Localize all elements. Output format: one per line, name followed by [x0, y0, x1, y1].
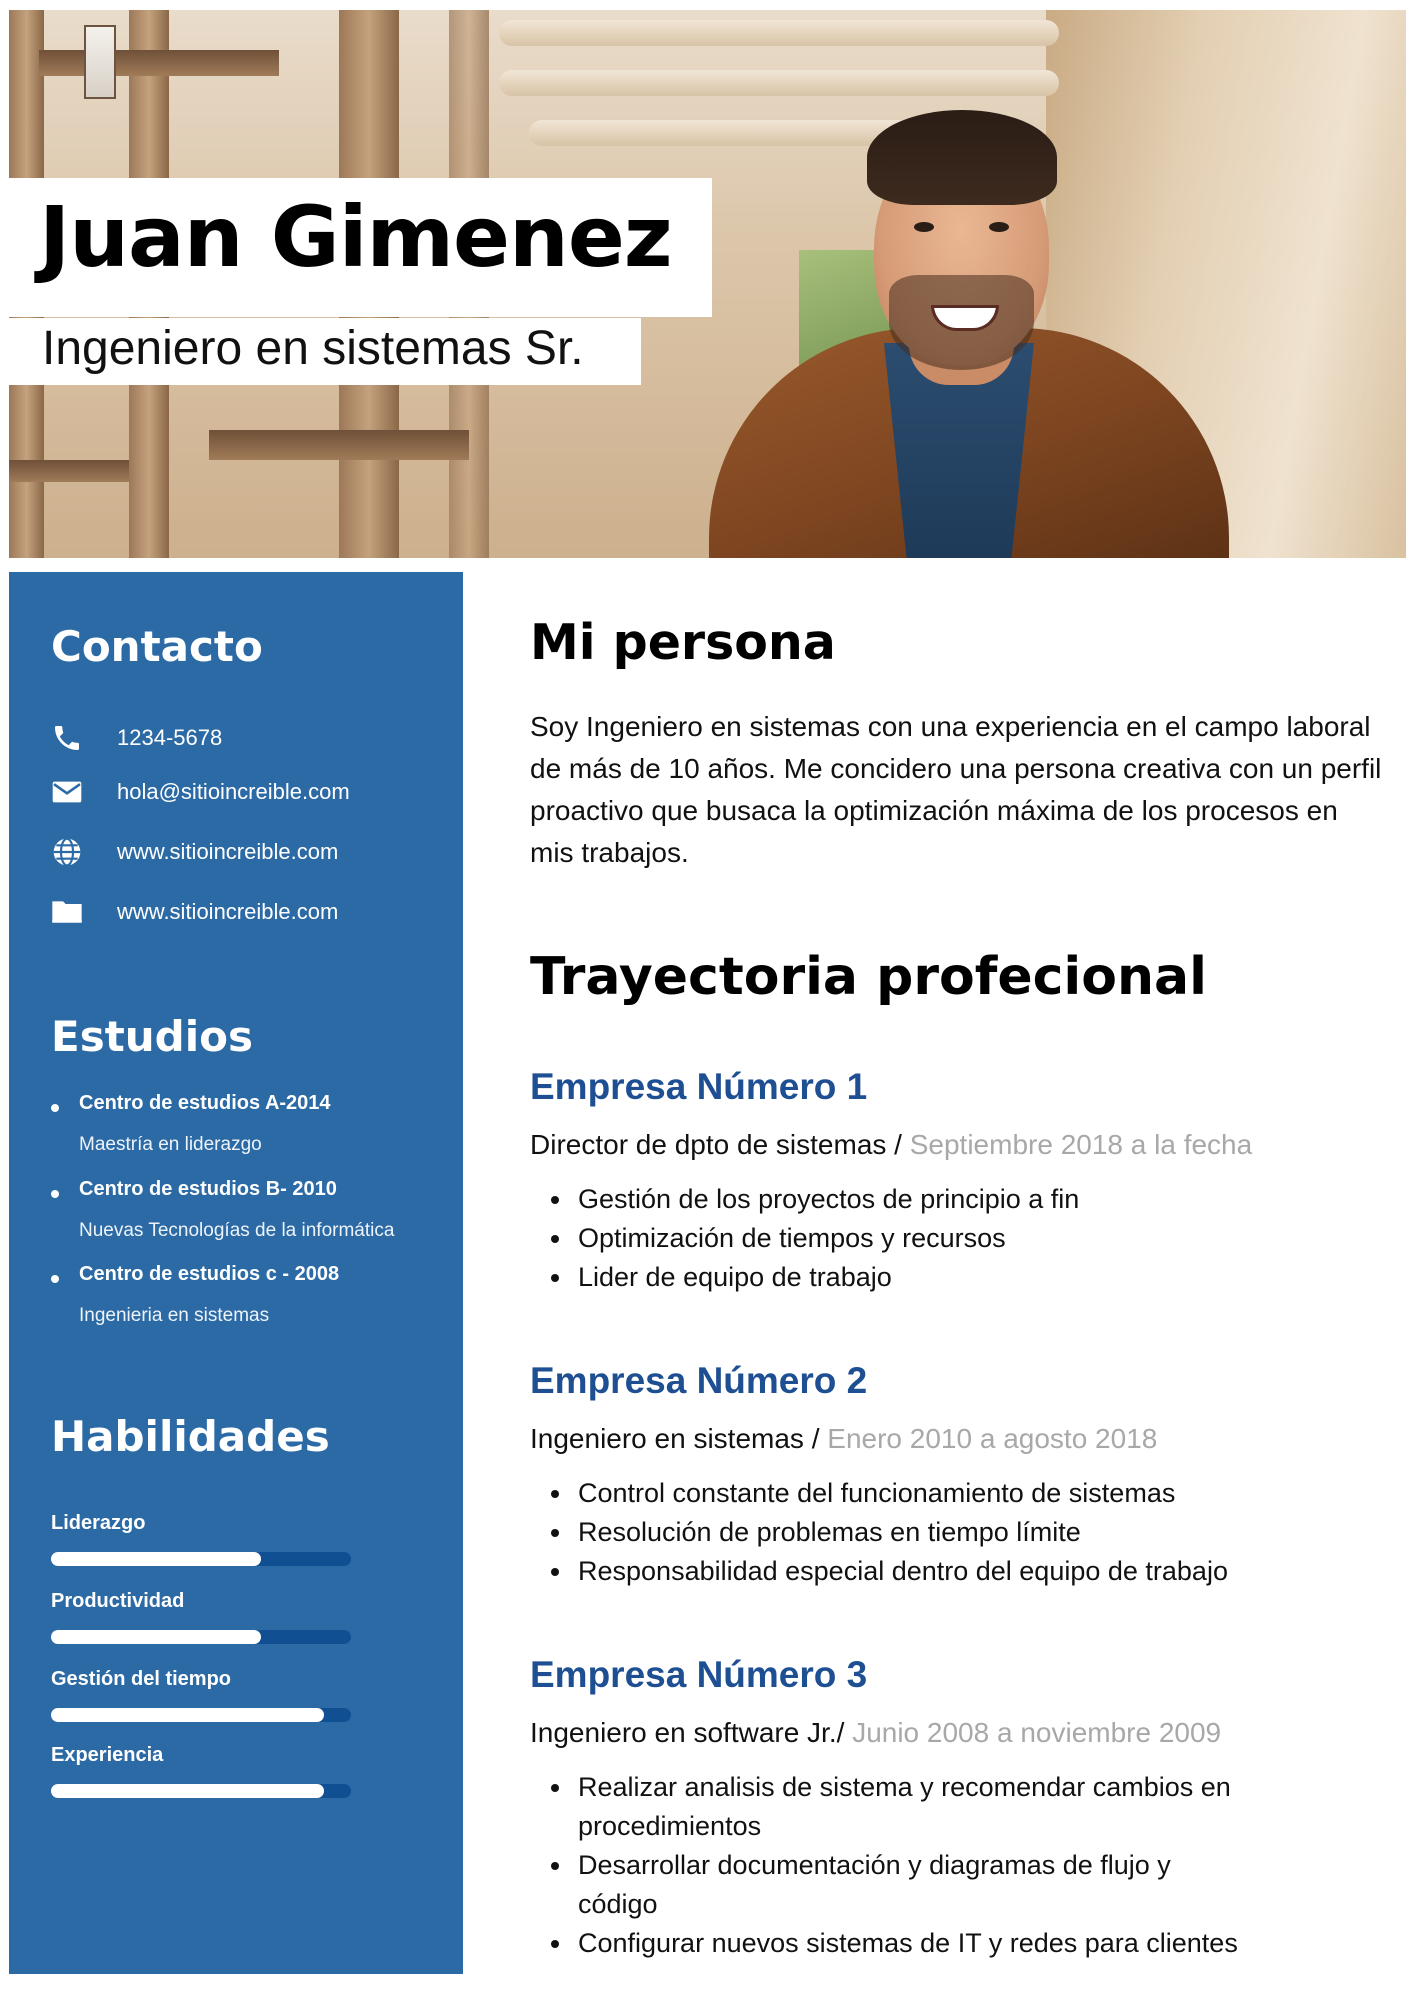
- list-item: Responsabilidad especial dentro del equi…: [530, 1552, 1330, 1591]
- job-bullets: Gestión de los proyectos de principio a …: [530, 1180, 1330, 1297]
- profile-photo: [709, 100, 1229, 558]
- skill-label: Liderazgo: [51, 1512, 146, 1534]
- list-item: Gestión de los proyectos de principio a …: [530, 1180, 1330, 1219]
- bullet: [51, 1190, 59, 1198]
- job-dates: Enero 2010 a agosto 2018: [827, 1423, 1158, 1454]
- sidebar: Contacto 1234-5678 hola@sitioincreible.c…: [9, 572, 463, 1974]
- school-name: Centro de estudios A-2014: [79, 1092, 331, 1114]
- career-heading: Trayectoria profecional: [530, 947, 1207, 1007]
- degree-name: Nuevas Tecnologías de la informática: [79, 1220, 395, 1241]
- company-name: Empresa Número 3: [530, 1654, 868, 1695]
- school-name: Centro de estudios c - 2008: [79, 1263, 340, 1285]
- job-title: Ingeniero en sistemas Sr.: [42, 322, 584, 375]
- name-box: Juan Gimenez: [9, 178, 712, 317]
- list-item: Optimización de tiempos y recursos: [530, 1219, 1330, 1258]
- globe-icon: [49, 834, 85, 870]
- cross-beam: [39, 50, 279, 76]
- job-role-line: Ingeniero en software Jr./ Junio 2008 a …: [530, 1717, 1221, 1749]
- ceiling-beam: [499, 70, 1059, 96]
- job-role-line: Director de dpto de sistemas / Septiembr…: [530, 1129, 1252, 1161]
- list-item: Realizar analisis de sistema y recomenda…: [530, 1768, 1250, 1846]
- contact-portfolio: www.sitioincreible.com: [49, 892, 338, 932]
- bullet: [51, 1275, 59, 1283]
- skill-bar-fill: [51, 1784, 324, 1798]
- skill-bar: [51, 1784, 351, 1798]
- list-item: Lider de equipo de trabajo: [530, 1258, 1330, 1297]
- about-heading: Mi persona: [530, 614, 836, 671]
- skill-label: Gestión del tiempo: [51, 1668, 232, 1690]
- list-item: Control constante del funcionamiento de …: [530, 1474, 1330, 1513]
- job-dates: Junio 2008 a noviembre 2009: [852, 1717, 1222, 1748]
- job-bullets: Control constante del funcionamiento de …: [530, 1474, 1330, 1591]
- education-heading: Estudios: [51, 1012, 253, 1061]
- company-name: Empresa Número 2: [530, 1360, 868, 1401]
- contact-text[interactable]: hola@sitioincreible.com: [117, 779, 350, 805]
- skill-label: Productividad: [51, 1590, 185, 1612]
- job-bullets: Realizar analisis de sistema y recomenda…: [530, 1768, 1250, 1963]
- job-role: Director de dpto de sistemas /: [530, 1129, 902, 1160]
- contact-text[interactable]: www.sitioincreible.com: [117, 899, 338, 925]
- cross-beam: [9, 460, 129, 482]
- cross-beam: [209, 430, 469, 460]
- phone-icon: [49, 720, 85, 756]
- bullet: [51, 1104, 59, 1112]
- contact-email: hola@sitioincreible.com: [49, 772, 350, 812]
- job-title-box: Ingeniero en sistemas Sr.: [9, 318, 641, 385]
- skill-bar-fill: [51, 1708, 324, 1722]
- degree-name: Maestría en liderazgo: [79, 1134, 262, 1155]
- folder-icon: [49, 894, 85, 930]
- contact-heading: Contacto: [51, 622, 263, 671]
- contact-phone: 1234-5678: [49, 718, 222, 758]
- job-role: Ingeniero en sistemas /: [530, 1423, 820, 1454]
- full-name: Juan Gimenez: [39, 188, 673, 286]
- company-name: Empresa Número 1: [530, 1066, 868, 1107]
- school-name: Centro de estudios B- 2010: [79, 1178, 337, 1200]
- list-item: Resolución de problemas en tiempo límite: [530, 1513, 1330, 1552]
- job-dates: Septiembre 2018 a la fecha: [909, 1129, 1253, 1160]
- job-role-line: Ingeniero en sistemas / Enero 2010 a ago…: [530, 1423, 1157, 1455]
- list-item: Configurar nuevos sistemas de IT y redes…: [530, 1924, 1250, 1963]
- wall-lamp: [84, 25, 116, 99]
- degree-name: Ingenieria en sistemas: [79, 1305, 270, 1326]
- skill-bar: [51, 1708, 351, 1722]
- contact-website: www.sitioincreible.com: [49, 832, 338, 872]
- skill-bar-fill: [51, 1630, 261, 1644]
- ceiling-beam: [499, 20, 1059, 46]
- skill-label: Experiencia: [51, 1744, 164, 1766]
- contact-text[interactable]: www.sitioincreible.com: [117, 839, 338, 865]
- skill-bar: [51, 1552, 351, 1566]
- skill-bar-fill: [51, 1552, 261, 1566]
- email-icon: [49, 774, 85, 810]
- skills-heading: Habilidades: [51, 1412, 330, 1461]
- contact-text[interactable]: 1234-5678: [117, 725, 222, 751]
- skill-bar: [51, 1630, 351, 1644]
- list-item: Desarrollar documentación y diagramas de…: [530, 1846, 1250, 1924]
- job-role: Ingeniero en software Jr./: [530, 1717, 845, 1748]
- about-text: Soy Ingeniero en sistemas con una experi…: [530, 711, 1382, 868]
